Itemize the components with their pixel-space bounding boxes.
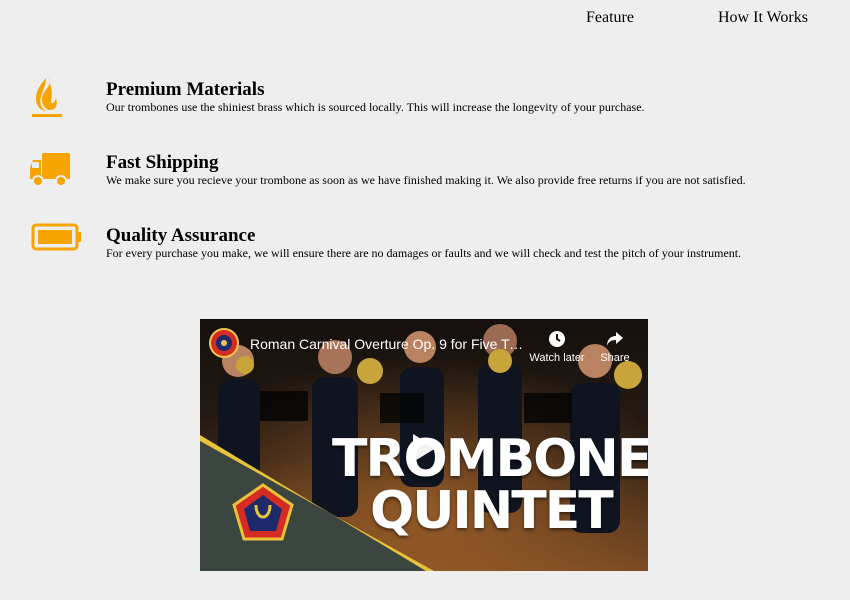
clock-icon — [549, 331, 565, 347]
feature-text-block: Premium Materials Our trombones use the … — [106, 79, 645, 115]
page: Feature How It Works Premium Materials O… — [0, 0, 850, 600]
share-arrow-icon — [607, 332, 623, 346]
nav-link-feature[interactable]: Feature — [586, 9, 634, 27]
battery-full-icon — [31, 223, 81, 251]
feature-description: Our trombones use the shiniest brass whi… — [106, 100, 645, 114]
feature-title: Fast Shipping — [106, 152, 219, 173]
video-embed[interactable]: Roman Carnival Overture Op. 9 for Five T… — [200, 319, 648, 571]
feature-title: Premium Materials — [106, 79, 265, 100]
video-title[interactable]: Roman Carnival Overture Op. 9 for Five T… — [250, 336, 524, 352]
feature-description: For every purchase you make, we will ens… — [106, 246, 742, 260]
thumbnail-line-2: QUINTET — [370, 481, 614, 541]
fire-icon — [32, 78, 62, 117]
watch-later-label: Watch later — [529, 352, 585, 364]
watch-later-button[interactable]: Watch later — [526, 329, 588, 364]
truck-icon — [30, 153, 70, 187]
feature-title: Quality Assurance — [106, 225, 256, 246]
channel-avatar[interactable] — [209, 328, 239, 358]
thumbnail-text: TROMBONE QUINTET — [332, 433, 648, 537]
thumbnail-line-1: TROMBONE — [332, 429, 648, 489]
feature-text-block: Quality Assurance For every purchase you… — [106, 225, 742, 261]
share-label: Share — [600, 352, 630, 364]
nav-link-how-it-works[interactable]: How It Works — [718, 9, 808, 27]
feature-text-block: Fast Shipping We make sure you recieve y… — [106, 152, 746, 188]
channel-logo-icon — [211, 330, 237, 356]
share-button[interactable]: Share — [596, 329, 634, 364]
feature-description: We make sure you recieve your trombone a… — [106, 173, 746, 187]
play-icon[interactable] — [405, 431, 439, 465]
